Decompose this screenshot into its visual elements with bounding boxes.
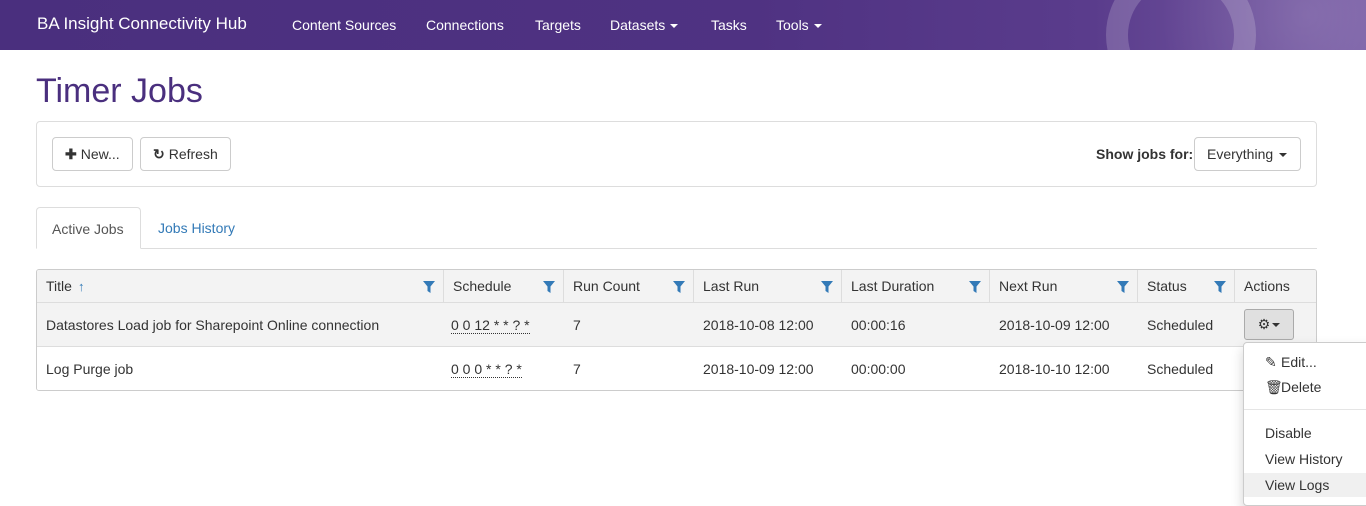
column-header-actions: Actions [1244, 278, 1290, 294]
grid-header: Title ↑ Schedule Run Count Last Run Last … [37, 270, 1316, 303]
table-row[interactable]: Log Purge job 0 0 0 * * ? * 7 2018-10-09… [37, 347, 1316, 390]
plus-icon: ✚ [65, 146, 77, 162]
chevron-down-icon [813, 24, 822, 29]
show-jobs-label: Show jobs for: [1096, 146, 1194, 162]
menu-divider [1244, 409, 1366, 410]
chevron-down-icon [670, 24, 679, 29]
menu-item-delete[interactable]: 🗑Delete [1244, 375, 1366, 399]
column-header-last-run-label: Last Run [703, 278, 760, 294]
row-actions-button[interactable]: ⚙ [1244, 309, 1294, 340]
nav-datasets-label: Datasets [610, 17, 666, 33]
filter-icon[interactable] [1214, 281, 1226, 293]
row-actions-menu: ✎ Edit... 🗑Delete Disable View History Vi… [1243, 342, 1366, 506]
column-header-title[interactable]: Title ↑ [37, 270, 444, 303]
menu-item-delete-label: Delete [1281, 379, 1322, 395]
filter-icon[interactable] [543, 281, 555, 293]
column-header-last-run[interactable]: Last Run [694, 270, 842, 303]
column-header-run-count-label: Run Count [573, 278, 640, 294]
chevron-down-icon [1272, 323, 1281, 328]
cell-last-run: 2018-10-08 12:00 [703, 317, 814, 333]
menu-item-edit[interactable]: ✎ Edit... [1244, 350, 1366, 374]
filter-icon[interactable] [969, 281, 981, 293]
brand-title[interactable]: BA Insight Connectivity Hub [37, 14, 247, 34]
cell-run-count: 7 [573, 361, 581, 377]
cell-last-run: 2018-10-09 12:00 [703, 361, 814, 377]
menu-item-edit-label: Edit... [1281, 354, 1317, 370]
table-row[interactable]: Datastores Load job for Sharepoint Onlin… [37, 303, 1316, 347]
top-navbar: BA Insight Connectivity Hub Content Sour… [0, 0, 1366, 50]
column-header-schedule[interactable]: Schedule [444, 270, 564, 303]
sort-ascending-icon: ↑ [77, 279, 85, 294]
cell-status: Scheduled [1147, 317, 1214, 333]
chevron-down-icon [1279, 153, 1288, 158]
cell-last-duration: 00:00:16 [851, 317, 906, 333]
gear-icon: ⚙ [1257, 316, 1271, 332]
cell-next-run: 2018-10-10 12:00 [999, 361, 1110, 377]
tab-active-jobs[interactable]: Active Jobs [36, 207, 141, 249]
nav-connections[interactable]: Connections [426, 17, 504, 33]
column-header-last-duration-label: Last Duration [851, 278, 935, 294]
menu-item-view-history[interactable]: View History [1244, 447, 1366, 471]
nav-tools-label: Tools [776, 17, 809, 33]
navbar-logo-ring [1106, 0, 1256, 50]
trash-icon: 🗑 [1265, 379, 1283, 395]
new-button[interactable]: ✚ New... [52, 137, 133, 171]
menu-item-view-logs[interactable]: View Logs [1244, 473, 1366, 497]
filter-icon[interactable] [821, 281, 833, 293]
column-header-next-run-label: Next Run [999, 278, 1058, 294]
cell-schedule: 0 0 12 * * ? * [444, 303, 530, 347]
cell-schedule-value: 0 0 0 * * ? * [451, 361, 522, 378]
cell-title: Log Purge job [46, 361, 134, 377]
column-header-status[interactable]: Status [1138, 270, 1235, 303]
jobs-grid: Title ↑ Schedule Run Count Last Run Last … [36, 269, 1317, 391]
cell-schedule: 0 0 0 * * ? * [444, 347, 522, 390]
cell-title: Datastores Load job for Sharepoint Onlin… [46, 317, 380, 333]
nav-tasks[interactable]: Tasks [711, 17, 747, 33]
cell-status: Scheduled [1147, 361, 1214, 377]
page-title: Timer Jobs [36, 72, 203, 110]
pencil-icon: ✎ [1265, 354, 1277, 370]
column-header-last-duration[interactable]: Last Duration [842, 270, 990, 303]
tab-jobs-history[interactable]: Jobs History [143, 207, 250, 249]
nav-datasets[interactable]: Datasets [610, 17, 679, 33]
cell-schedule-value: 0 0 12 * * ? * [451, 317, 530, 334]
cell-run-count: 7 [573, 317, 581, 333]
new-button-label: New... [80, 146, 120, 162]
refresh-icon: ↻ [153, 146, 165, 162]
nav-tools[interactable]: Tools [776, 17, 822, 33]
filter-icon[interactable] [423, 281, 435, 293]
refresh-button[interactable]: ↻ Refresh [140, 137, 231, 171]
show-jobs-value: Everything [1207, 146, 1274, 162]
refresh-button-label: Refresh [168, 146, 218, 162]
cell-next-run: 2018-10-09 12:00 [999, 317, 1110, 333]
column-header-status-label: Status [1147, 278, 1187, 294]
column-header-title-label: Title [46, 278, 72, 294]
nav-content-sources[interactable]: Content Sources [292, 17, 396, 33]
column-header-next-run[interactable]: Next Run [990, 270, 1138, 303]
column-header-run-count[interactable]: Run Count [564, 270, 694, 303]
show-jobs-select[interactable]: Everything [1194, 137, 1301, 171]
column-header-schedule-label: Schedule [453, 278, 512, 294]
menu-item-disable[interactable]: Disable [1244, 421, 1366, 445]
nav-targets[interactable]: Targets [535, 17, 581, 33]
cell-last-duration: 00:00:00 [851, 361, 906, 377]
toolbar-panel: ✚ New... ↻ Refresh Show jobs for: Everythi… [36, 121, 1317, 187]
filter-icon[interactable] [673, 281, 685, 293]
filter-icon[interactable] [1117, 281, 1129, 293]
